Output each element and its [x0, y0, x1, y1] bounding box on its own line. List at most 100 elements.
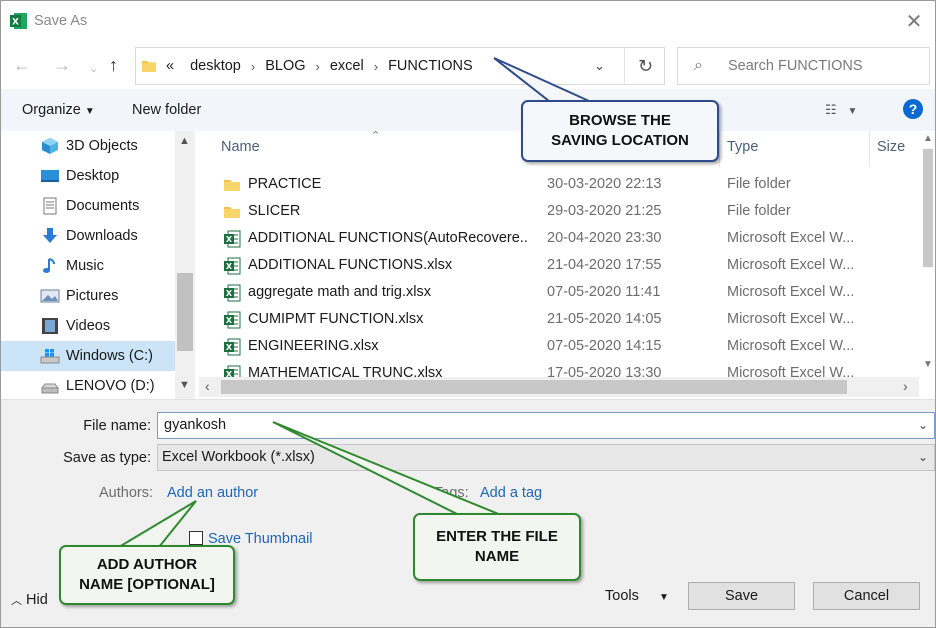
callout-line: SAVING LOCATION — [551, 132, 689, 149]
nav-item-desktop[interactable]: Desktop — [1, 161, 175, 191]
scroll-up-icon[interactable]: ▲ — [923, 133, 933, 144]
folder-icon — [223, 176, 241, 194]
nav-item-label: Videos — [66, 318, 111, 334]
column-header-label: Type — [727, 139, 759, 155]
chevron-down-icon[interactable]: ⌄ — [918, 418, 928, 432]
file-row[interactable]: X ADDITIONAL FUNCTIONS.xlsx 21-04-2020 17:… — [199, 253, 917, 280]
file-row[interactable]: PRACTICE 30-03-2020 22:13 File folder — [199, 172, 917, 199]
file-name-cell: ADDITIONAL FUNCTIONS(AutoRecovere... — [248, 230, 528, 246]
column-header-name[interactable]: Name — [221, 139, 260, 155]
navigation-scrollbar[interactable]: ▲ ▼ — [175, 131, 195, 399]
file-type-cell: Microsoft Excel W... — [727, 338, 855, 354]
tools-menu[interactable]: Tools ▼ — [605, 588, 669, 604]
column-header-label: Size — [877, 139, 906, 155]
file-name-value: gyankosh — [164, 417, 227, 433]
scroll-left-icon[interactable]: ‹ — [205, 378, 210, 394]
date-modified-cell: 07-05-2020 11:41 — [547, 284, 661, 300]
scrollbar-thumb[interactable] — [221, 380, 847, 394]
back-arrow-icon[interactable]: ← — [13, 55, 31, 75]
address-dropdown-chevron-icon[interactable]: ⌄ — [594, 58, 605, 74]
breadcrumb-separator[interactable]: › — [316, 59, 320, 74]
scroll-right-icon[interactable]: › — [903, 378, 908, 394]
column-divider[interactable] — [719, 131, 720, 167]
new-folder-button[interactable]: New folder — [132, 102, 201, 118]
nav-item-lenovo-d[interactable]: LENOVO (D:) — [1, 371, 175, 401]
save-thumbnail-checkbox[interactable] — [189, 531, 203, 545]
cancel-button[interactable]: Cancel — [813, 582, 920, 610]
nav-item-3d-objects[interactable]: 3D Objects — [1, 131, 175, 161]
breadcrumb-overflow[interactable]: « — [166, 58, 174, 74]
file-list-horizontal-scrollbar[interactable]: ‹ › — [199, 377, 919, 397]
scroll-up-icon[interactable]: ▲ — [179, 135, 190, 147]
breadcrumb-separator[interactable]: › — [251, 59, 255, 74]
column-header-size[interactable]: Size — [877, 139, 905, 155]
add-tag-link[interactable]: Add a tag — [480, 485, 542, 501]
nav-item-pictures[interactable]: Pictures — [1, 281, 175, 311]
chevron-down-icon[interactable]: ⌄ — [918, 450, 928, 464]
file-list-vertical-scrollbar[interactable]: ▲ ▼ — [919, 131, 935, 377]
nav-item-label: LENOVO (D:) — [66, 378, 155, 394]
breadcrumb-blog[interactable]: BLOG — [265, 58, 305, 74]
pictures-icon — [40, 289, 60, 303]
excel-file-icon: X — [223, 230, 241, 248]
search-box[interactable]: ⌕ Search FUNCTIONS — [677, 47, 930, 85]
hide-folders-toggle[interactable]: ︿ Hid — [11, 592, 48, 608]
sort-ascending-icon: ⌃ — [371, 130, 381, 142]
organize-menu[interactable]: Organize ▼ — [22, 102, 95, 118]
svg-text:X: X — [226, 262, 233, 271]
scrollbar-thumb[interactable] — [923, 149, 933, 267]
save-as-dialog: X Save As ✕ ← → ⌄ ↑ « desktop › BLOG › e… — [0, 0, 936, 628]
svg-text:X: X — [226, 235, 233, 244]
folder-icon — [142, 61, 156, 72]
file-name-input[interactable]: gyankosh ⌄ — [157, 412, 935, 439]
tags-label: Tags: — [434, 485, 469, 501]
breadcrumb-separator[interactable]: › — [374, 59, 378, 74]
file-row[interactable]: X ADDITIONAL FUNCTIONS(AutoRecovere... 20-… — [199, 226, 917, 253]
date-modified-cell: 21-05-2020 14:05 — [547, 311, 662, 327]
column-header-type[interactable]: Type — [727, 139, 758, 155]
nav-item-music[interactable]: Music — [1, 251, 175, 281]
svg-text:X: X — [12, 18, 19, 28]
save-button[interactable]: Save — [688, 582, 795, 610]
breadcrumb-functions[interactable]: FUNCTIONS — [388, 58, 473, 74]
scroll-down-icon[interactable]: ▼ — [923, 359, 933, 370]
file-name-label: File name: — [83, 418, 151, 434]
column-divider[interactable] — [869, 131, 870, 167]
file-name-cell: CUMIPMT FUNCTION.xlsx — [248, 311, 424, 327]
caret-down-icon: ▼ — [84, 106, 95, 117]
view-options[interactable]: ☷ ▼ — [825, 102, 857, 118]
recent-locations-chevron-icon[interactable]: ⌄ — [89, 59, 98, 79]
close-button[interactable]: ✕ — [901, 9, 927, 35]
column-header-label: Name — [221, 139, 260, 155]
breadcrumb-excel[interactable]: excel — [330, 58, 364, 74]
up-arrow-icon[interactable]: ↑ — [109, 55, 118, 75]
file-type-cell: Microsoft Excel W... — [727, 311, 855, 327]
file-row[interactable]: X ENGINEERING.xlsx 07-05-2020 14:15 Microso… — [199, 334, 917, 361]
help-button[interactable]: ? — [903, 99, 923, 119]
add-author-link[interactable]: Add an author — [167, 485, 258, 501]
file-row[interactable]: Xaggregate math and trig.xlsx 07-05-2020 … — [199, 280, 917, 307]
nav-item-label: Downloads — [66, 228, 138, 244]
address-bar[interactable]: « desktop › BLOG › excel › FUNCTIONS ⌄ ↻ — [135, 47, 665, 85]
file-type-cell: File folder — [727, 176, 791, 192]
scroll-down-icon[interactable]: ▼ — [179, 379, 190, 391]
author-callout: ADD AUTHOR NAME [OPTIONAL] — [59, 545, 235, 605]
save-as-type-select[interactable]: Excel Workbook (*.xlsx) ⌄ — [157, 444, 935, 471]
file-name-cell: PRACTICE — [248, 176, 322, 192]
nav-item-downloads[interactable]: Downloads — [1, 221, 175, 251]
view-list-icon: ☷ — [825, 102, 837, 117]
file-row[interactable]: X CUMIPMT FUNCTION.xlsx 21-05-2020 14:05 Mi… — [199, 307, 917, 334]
refresh-button[interactable]: ↻ — [624, 48, 666, 84]
breadcrumb-desktop[interactable]: desktop — [190, 58, 241, 74]
help-icon: ? — [908, 101, 918, 117]
date-modified-cell: 07-05-2020 14:15 — [547, 338, 662, 354]
scrollbar-thumb[interactable] — [177, 273, 193, 351]
forward-arrow-icon[interactable]: → — [53, 55, 71, 75]
search-placeholder: Search FUNCTIONS — [728, 58, 863, 74]
callout-line: NAME — [474, 548, 520, 565]
search-icon: ⌕ — [694, 57, 703, 74]
nav-item-documents[interactable]: Documents — [1, 191, 175, 221]
nav-item-videos[interactable]: Videos — [1, 311, 175, 341]
file-row[interactable]: SLICER 29-03-2020 21:25 File folder — [199, 199, 917, 226]
nav-item-windows-c[interactable]: Windows (C:) — [1, 341, 175, 371]
